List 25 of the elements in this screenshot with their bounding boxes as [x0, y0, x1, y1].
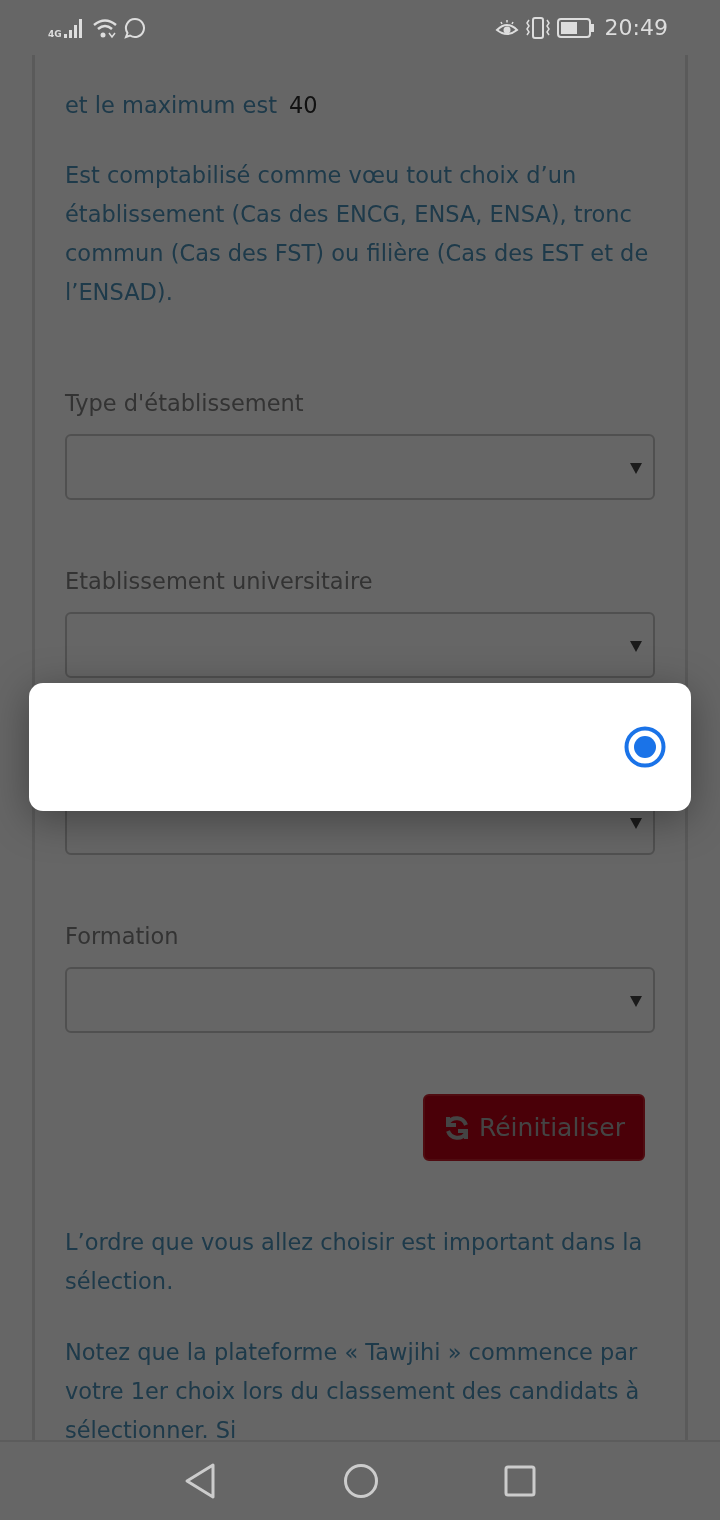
- radio-button[interactable]: [624, 726, 666, 768]
- caret-icon: [630, 641, 642, 652]
- dropdown-field[interactable]: [65, 434, 655, 500]
- caret-icon: [630, 463, 642, 474]
- chat-bubble-icon: [123, 16, 146, 39]
- wifi-icon: [91, 16, 118, 39]
- caret-icon: [630, 818, 642, 829]
- eye-icon: [494, 17, 519, 38]
- battery-icon: [556, 17, 595, 38]
- paragraph-text: L’ordre que vous allez choisir est important dans la sélection.: [65, 1228, 644, 1296]
- recents-icon[interactable]: [504, 1465, 536, 1497]
- back-icon[interactable]: [183, 1462, 217, 1500]
- maximum-value: 40: [289, 91, 318, 120]
- notice-text: Est comptabilisé comme vœu tout choix d’un établissement (Cas des ENCG, ENSA, ENSA), tronc commun (Cas des FST) ou filière (Cas des EST et de l’ENSAD).: [65, 161, 650, 307]
- caret-icon: [630, 996, 642, 1007]
- home-icon[interactable]: [342, 1463, 379, 1499]
- clock: 20:49: [604, 15, 668, 40]
- paragraph-text: Notez que la plateforme « Tawjihi » commence par votre 1er choix lors du classement des candidats à sélectionner. Si: [65, 1338, 641, 1440]
- dropdown-field[interactable]: [65, 967, 655, 1033]
- reset-button[interactable]: Réinitialiser: [423, 1094, 645, 1161]
- dropdown-field[interactable]: [65, 612, 655, 678]
- network-type: 4G: [48, 28, 62, 39]
- intro-text: et le maximum est: [65, 91, 277, 120]
- refresh-icon: [443, 1113, 471, 1142]
- vibrate-icon: [524, 16, 551, 39]
